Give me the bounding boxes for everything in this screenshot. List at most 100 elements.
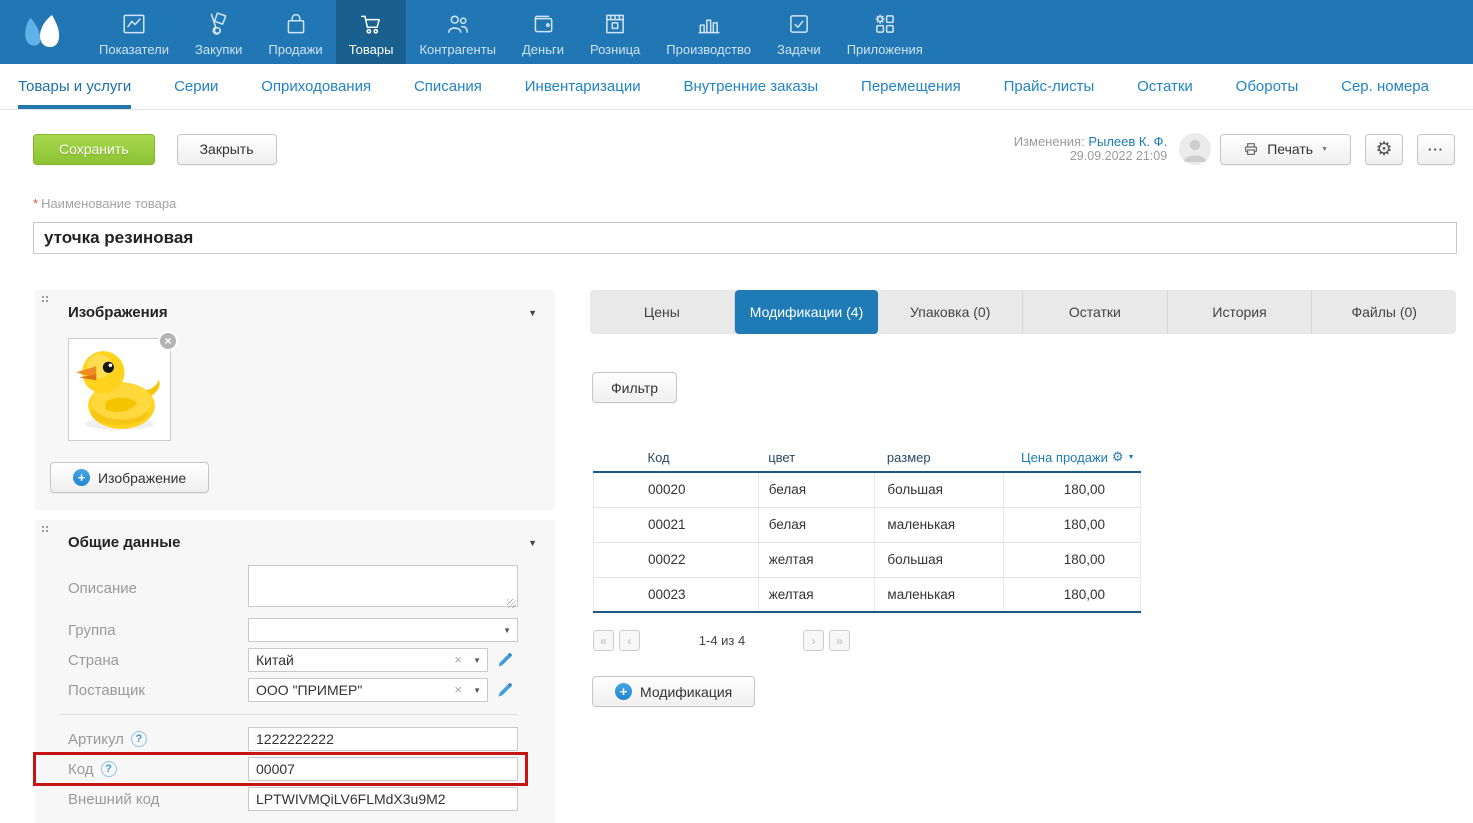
external-code-input[interactable] <box>248 787 518 811</box>
subnav-label: Товары и услуги <box>18 78 131 95</box>
page-first-button[interactable]: « <box>593 630 614 651</box>
table-row[interactable]: 00020 белая большая 180,00 <box>594 472 1141 507</box>
cell-color: желтая <box>758 542 875 577</box>
group-select[interactable] <box>248 618 518 642</box>
chevron-down-icon[interactable]: ▼ <box>473 686 481 695</box>
subnav-transfers[interactable]: Перемещения <box>861 64 961 109</box>
edit-country-button[interactable] <box>497 652 513 668</box>
nav-item-money[interactable]: Деньги <box>509 0 577 64</box>
remove-image-icon[interactable]: × <box>158 331 178 351</box>
subnav-pricelists[interactable]: Прайс-листы <box>1004 64 1095 109</box>
nav-item-label: Производство <box>666 42 751 57</box>
column-header-size[interactable]: размер <box>875 443 1004 472</box>
subnav-receivings[interactable]: Оприходования <box>261 64 371 109</box>
code-row: Код ? <box>68 757 518 781</box>
save-button[interactable]: Сохранить <box>33 134 155 165</box>
cell-price: 180,00 <box>1004 577 1141 612</box>
pencil-icon <box>497 652 513 668</box>
help-icon[interactable]: ? <box>131 731 147 747</box>
nav-item-indicators[interactable]: Показатели <box>86 0 182 64</box>
drag-handle-icon[interactable] <box>41 295 48 303</box>
description-textarea[interactable] <box>248 565 518 607</box>
subnav-inventories[interactable]: Инвентаризации <box>525 64 641 109</box>
subnav-internal-orders[interactable]: Внутренние заказы <box>683 64 818 109</box>
page-next-icon: › <box>812 634 816 648</box>
collapse-caret-icon[interactable]: ▼ <box>528 308 537 318</box>
plus-icon: + <box>73 469 90 486</box>
drag-handle-icon[interactable] <box>41 525 48 533</box>
tab-stock[interactable]: Остатки <box>1023 290 1168 334</box>
filter-button[interactable]: Фильтр <box>592 372 677 403</box>
tab-prices[interactable]: Цены <box>590 290 735 334</box>
tab-packaging[interactable]: Упаковка (0) <box>878 290 1023 334</box>
cell-code[interactable]: 00023 <box>594 577 759 612</box>
add-image-button[interactable]: + Изображение <box>50 462 209 493</box>
description-row: Описание <box>68 565 518 612</box>
clear-icon[interactable]: × <box>454 682 462 697</box>
subnav-writeoffs[interactable]: Списания <box>414 64 482 109</box>
clear-icon[interactable]: × <box>454 652 462 667</box>
table-row[interactable]: 00023 желтая маленькая 180,00 <box>594 577 1141 612</box>
page-first-icon: « <box>600 634 607 648</box>
changes-user-link[interactable]: Рылеев К. Ф. <box>1088 134 1167 149</box>
tab-label: Модификации (4) <box>750 304 864 320</box>
more-actions-button[interactable]: ··· <box>1417 134 1455 165</box>
column-header-code[interactable]: Код <box>594 443 759 472</box>
country-select[interactable] <box>248 648 488 672</box>
settings-button[interactable]: ⚙ <box>1365 134 1403 165</box>
goods-sub-navigation: Товары и услуги Серии Оприходования Спис… <box>0 64 1473 110</box>
moysklad-logo[interactable] <box>0 0 86 64</box>
subnav-turnover[interactable]: Обороты <box>1236 64 1299 109</box>
tab-label: Цены <box>644 304 680 320</box>
product-edit-page: Показатели Закупки Продажи Товары <box>0 0 1473 823</box>
subnav-label: Серии <box>174 78 218 95</box>
article-row: Артикул ? <box>68 727 518 751</box>
column-settings-gear-icon[interactable]: ⚙ <box>1112 449 1124 465</box>
cell-code[interactable]: 00022 <box>594 542 759 577</box>
nav-item-counterparties[interactable]: Контрагенты <box>406 0 509 64</box>
collapse-caret-icon[interactable]: ▼ <box>528 538 537 548</box>
subnav-stock[interactable]: Остатки <box>1137 64 1193 109</box>
add-modification-button[interactable]: + Модификация <box>592 676 755 707</box>
subnav-series[interactable]: Серии <box>174 64 218 109</box>
page-prev-button[interactable]: ‹ <box>619 630 640 651</box>
subnav-label: Оприходования <box>261 78 371 95</box>
action-bar: Сохранить Закрыть Изменения: Рылеев К. Ф… <box>33 133 1455 165</box>
cell-code[interactable]: 00021 <box>594 507 759 542</box>
help-icon[interactable]: ? <box>101 761 117 777</box>
cell-size: маленькая <box>875 577 1004 612</box>
nav-item-production[interactable]: Производство <box>653 0 764 64</box>
tab-files[interactable]: Файлы (0) <box>1312 290 1456 334</box>
user-avatar[interactable] <box>1179 133 1211 165</box>
subnav-label: Инвентаризации <box>525 78 641 95</box>
nav-item-apps[interactable]: Приложения <box>834 0 936 64</box>
close-button[interactable]: Закрыть <box>177 134 277 165</box>
page-next-button[interactable]: › <box>803 630 824 651</box>
product-name-input[interactable] <box>33 222 1457 254</box>
tab-history[interactable]: История <box>1168 290 1313 334</box>
chevron-down-icon[interactable]: ▼ <box>503 626 511 635</box>
nav-item-purchases[interactable]: Закупки <box>182 0 255 64</box>
print-button[interactable]: Печать ▼ <box>1220 134 1351 165</box>
subnav-goods-and-services[interactable]: Товары и услуги <box>18 64 131 109</box>
article-input[interactable] <box>248 727 518 751</box>
tab-modifications[interactable]: Модификации (4) <box>735 290 879 334</box>
edit-supplier-button[interactable] <box>497 682 513 698</box>
code-input[interactable] <box>248 757 518 781</box>
chevron-down-icon[interactable]: ▼ <box>473 656 481 665</box>
subnav-serial-numbers[interactable]: Сер. номера <box>1341 64 1429 109</box>
nav-item-goods[interactable]: Товары <box>336 0 407 64</box>
page-last-button[interactable]: » <box>829 630 850 651</box>
product-image-thumbnail[interactable]: × <box>68 338 171 441</box>
column-header-price[interactable]: Цена продажи ⚙ ▼ <box>1004 443 1141 472</box>
table-row[interactable]: 00021 белая маленькая 180,00 <box>594 507 1141 542</box>
nav-item-label: Контрагенты <box>419 42 496 57</box>
table-row[interactable]: 00022 желтая большая 180,00 <box>594 542 1141 577</box>
chevron-down-icon[interactable]: ▼ <box>1128 454 1135 461</box>
column-header-color[interactable]: цвет <box>758 443 875 472</box>
nav-item-retail[interactable]: Розница <box>577 0 653 64</box>
nav-item-tasks[interactable]: Задачи <box>764 0 834 64</box>
cell-code[interactable]: 00020 <box>594 472 759 507</box>
supplier-select[interactable] <box>248 678 488 702</box>
nav-item-sales[interactable]: Продажи <box>255 0 335 64</box>
